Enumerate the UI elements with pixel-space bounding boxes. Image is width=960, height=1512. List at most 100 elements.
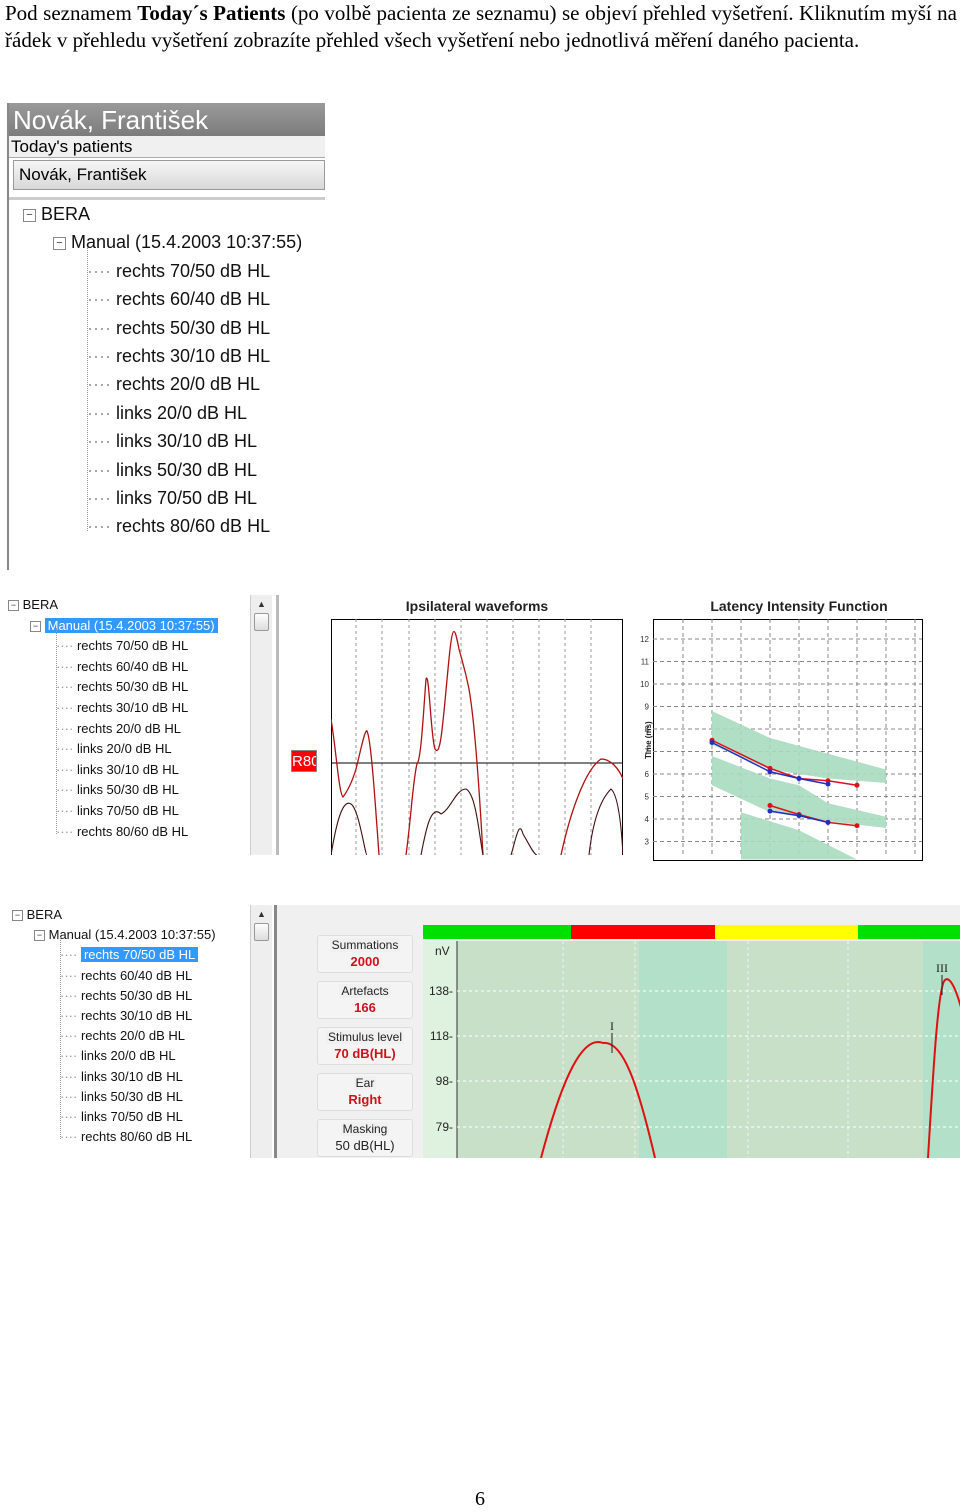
collapse-icon[interactable]: − — [8, 600, 19, 612]
tab-todays-patients[interactable]: Today's patients — [9, 136, 325, 158]
scroll-thumb[interactable] — [254, 923, 269, 941]
y-unit-label: nV — [435, 944, 450, 958]
measurement-panel: Summations 2000 Artefacts 166 Stimulus level… — [274, 905, 960, 1158]
info-box-ear: Ear Right — [317, 1073, 413, 1111]
tree-item-measurement[interactable]: ···· links 20/0 dB HL — [56, 741, 172, 756]
waveform-title: Ipsilateral waveforms — [405, 598, 549, 614]
tree-item-measurement[interactable]: ···· rechts 20/0 dB HL — [60, 1028, 185, 1043]
tree-session-manual[interactable]: − Manual (15.4.2003 10:37:55) — [34, 927, 216, 942]
tree-item-measurement[interactable]: ···· links 50/30 dB HL — [56, 782, 179, 797]
tree-item-measurement[interactable]: ···· rechts 50/30 dB HL — [60, 988, 192, 1003]
lif-plot: Time (ms)1211109876543 — [640, 619, 923, 861]
lif-point — [767, 803, 773, 808]
tree-root-bera[interactable]: − BERA — [8, 597, 58, 612]
lif-point — [709, 740, 715, 745]
exam-tree-selected-measurement: − BERA − Manual (15.4.2003 10:37:55) ···· … — [4, 905, 250, 1158]
lif-point — [767, 769, 773, 775]
exam-overview-screenshot: − BERA − Manual (15.4.2003 10:37:55) ···· … — [0, 595, 960, 861]
lif-point — [767, 808, 773, 814]
tree-item-measurement[interactable]: ···· rechts 60/40 dB HL — [87, 289, 270, 310]
tree-item-measurement[interactable]: ···· links 70/50 dB HL — [56, 803, 179, 818]
y-tick: 138- — [429, 984, 453, 998]
y-tick: 118- — [430, 1029, 453, 1043]
scroll-up-icon[interactable]: ▲ — [257, 909, 266, 919]
lif-title: Latency Intensity Function — [710, 598, 888, 614]
info-box-masking: Masking 50 dB(HL) — [317, 1119, 413, 1157]
quality-bar-segment — [858, 925, 960, 939]
lif-ytick: 9 — [645, 703, 650, 712]
tree-session-manual[interactable]: − Manual (15.4.2003 10:37:55) — [30, 617, 218, 633]
tree-item-measurement[interactable]: ···· rechts 70/50 dB HL — [56, 638, 188, 653]
tree-item-measurement[interactable]: ···· rechts 80/60 dB HL — [56, 824, 188, 839]
scrollbar[interactable]: ▲ — [250, 595, 272, 855]
patient-overview-screenshot: Novák, František Today's patients Novák,… — [7, 103, 325, 570]
tree-item-measurement[interactable]: ···· links 20/0 dB HL — [87, 403, 247, 424]
collapse-icon[interactable]: − — [12, 910, 23, 922]
waveform-panel: Ipsilateral waveforms R80 Latency Intens… — [276, 595, 960, 861]
tree-item-measurement[interactable]: ···· rechts 50/30 dB HL — [87, 318, 270, 339]
peak-marker-iii[interactable]: III — [936, 961, 948, 975]
lif-ytick: 6 — [645, 770, 650, 779]
y-tick: 79- — [436, 1120, 453, 1134]
quality-bar-segment — [715, 925, 858, 939]
tree-item-measurement[interactable]: ···· links 50/30 dB HL — [60, 1089, 183, 1104]
tree-item-measurement[interactable]: ···· rechts 60/40 dB HL — [56, 659, 188, 674]
lif-ytick: 8 — [645, 725, 650, 734]
lif-ytick: 11 — [641, 658, 650, 667]
collapse-icon[interactable]: − — [34, 930, 45, 942]
lif-point — [825, 819, 831, 825]
tree-item-measurement[interactable]: ···· rechts 70/50 dB HL — [87, 261, 270, 282]
tree-session-manual[interactable]: − Manual (15.4.2003 10:37:55) — [53, 232, 302, 253]
intro-paragraph: Pod seznamem Today´s Patients (po volbě … — [5, 1, 957, 52]
tree-item-measurement[interactable]: ···· links 70/50 dB HL — [60, 1109, 183, 1124]
waveform-label[interactable]: R80 — [291, 750, 317, 772]
tree-item-measurement[interactable]: ···· rechts 20/0 dB HL — [56, 721, 181, 736]
tree-root-bera[interactable]: − BERA — [23, 204, 90, 225]
tree-item-measurement[interactable]: ···· rechts 30/10 dB HL — [60, 1008, 192, 1023]
tree-item-measurement[interactable]: ···· rechts 80/60 dB HL — [60, 1129, 192, 1144]
tree-item-measurement[interactable]: ···· links 30/10 dB HL — [56, 762, 179, 777]
quality-bar-segment — [571, 925, 715, 939]
tree-root-bera[interactable]: − BERA — [12, 907, 62, 922]
y-tick: 98- — [436, 1074, 453, 1088]
exam-tree-large: − BERA − Manual (15.4.2003 10:37:55) ···· … — [9, 197, 325, 570]
collapse-icon[interactable]: − — [23, 208, 36, 222]
tree-item-measurement[interactable]: ···· rechts 30/10 dB HL — [56, 700, 188, 715]
quality-bar-segment — [423, 925, 571, 939]
tree-item-measurement[interactable]: ···· links 50/30 dB HL — [87, 460, 257, 481]
lif-ytick: 12 — [640, 635, 649, 644]
lif-point — [854, 782, 860, 788]
collapse-icon[interactable]: − — [30, 620, 41, 632]
waveform-plot — [331, 619, 623, 855]
patient-row[interactable]: Novák, František — [13, 160, 325, 190]
scroll-up-icon[interactable]: ▲ — [257, 599, 266, 609]
lif-point — [796, 813, 802, 819]
lif-ytick: 3 — [645, 838, 650, 847]
collapse-icon[interactable]: − — [53, 237, 66, 251]
lif-ytick: 4 — [645, 815, 650, 824]
tree-item-measurement[interactable]: ···· links 30/10 dB HL — [60, 1069, 183, 1084]
tree-item-measurement[interactable]: ···· rechts 70/50 dB HL — [60, 947, 199, 963]
info-box-artefacts: Artefacts 166 — [317, 981, 413, 1019]
info-box-summations: Summations 2000 — [317, 935, 413, 973]
peak-marker-i[interactable]: I — [610, 1019, 614, 1033]
tree-item-measurement[interactable]: ···· links 30/10 dB HL — [87, 431, 257, 452]
lif-ytick: 7 — [645, 748, 650, 757]
patient-title: Novák, František — [9, 103, 325, 136]
tree-item-measurement[interactable]: ···· rechts 80/60 dB HL — [87, 516, 270, 537]
tree-item-measurement[interactable]: ···· rechts 20/0 dB HL — [87, 374, 260, 395]
exam-tree: − BERA − Manual (15.4.2003 10:37:55) ···· … — [0, 595, 250, 855]
tree-item-measurement[interactable]: ···· rechts 50/30 dB HL — [56, 679, 188, 694]
info-box-stimulus-level: Stimulus level 70 dB(HL) — [317, 1027, 413, 1065]
lif-point — [854, 823, 860, 829]
lif-point — [825, 781, 831, 787]
tree-item-measurement[interactable]: ···· rechts 30/10 dB HL — [87, 346, 270, 367]
page-number: 6 — [475, 1488, 485, 1510]
scrollbar[interactable]: ▲ — [250, 905, 272, 1158]
tree-item-measurement[interactable]: ···· links 70/50 dB HL — [87, 488, 257, 509]
tree-item-measurement[interactable]: ···· links 20/0 dB HL — [60, 1048, 176, 1063]
lif-point — [796, 776, 802, 781]
lif-ytick: 10 — [640, 680, 649, 689]
tree-item-measurement[interactable]: ···· rechts 60/40 dB HL — [60, 968, 192, 983]
scroll-thumb[interactable] — [254, 613, 269, 631]
